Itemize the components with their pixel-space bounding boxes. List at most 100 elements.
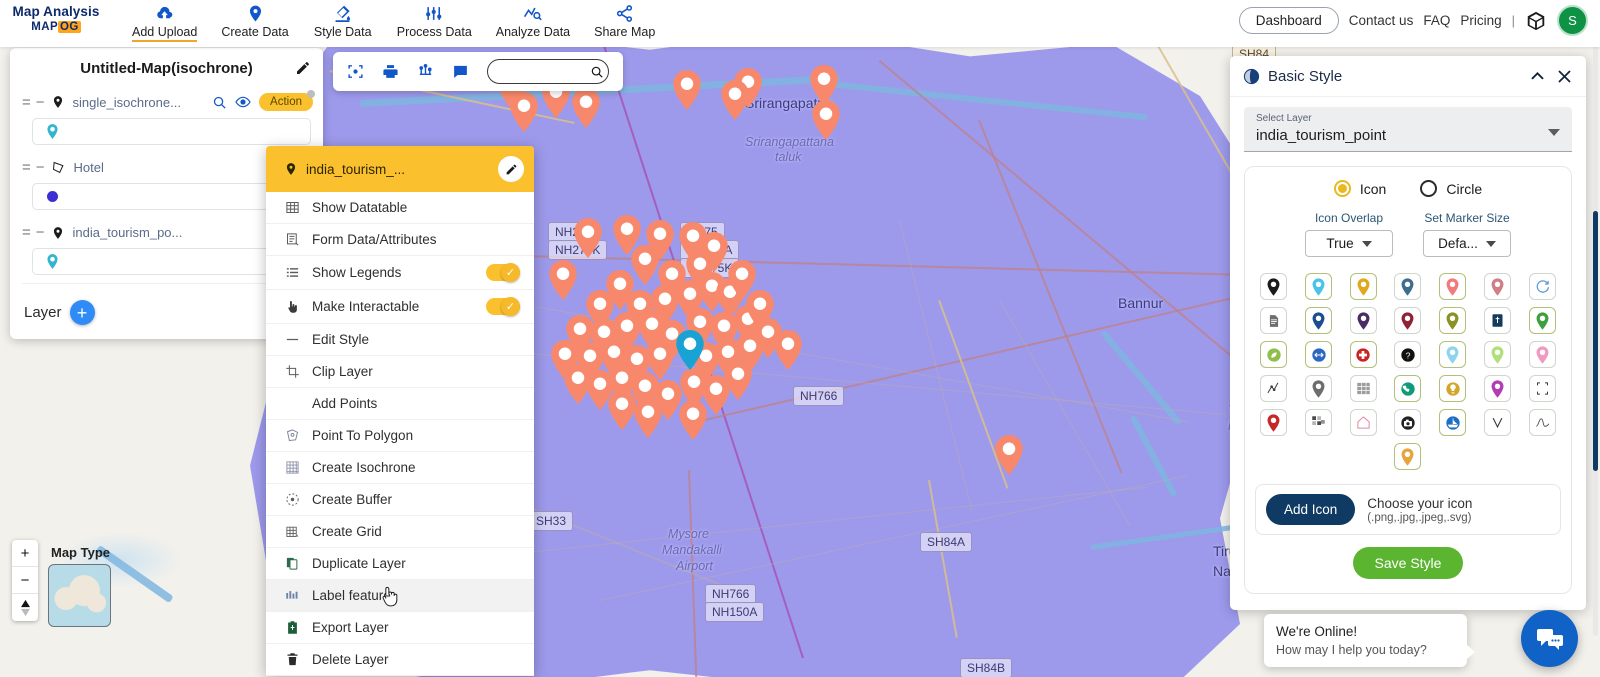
icon-option-v-mark-icon[interactable] (1483, 409, 1511, 436)
icon-option-pin-black[interactable] (1260, 273, 1288, 300)
map-marker[interactable] (811, 100, 841, 140)
icon-option-phone-circle-icon[interactable] (1394, 375, 1422, 402)
icon-option-boat-circle-icon[interactable] (1439, 409, 1467, 436)
cube-icon[interactable] (1525, 10, 1547, 32)
icon-option-pin-pink[interactable] (1528, 341, 1556, 368)
menu-item-show-datatable[interactable]: Show Datatable (266, 192, 534, 224)
nav-item-process-data[interactable]: Process Data (385, 0, 484, 39)
zoom-to-layer-icon[interactable] (212, 95, 227, 110)
icon-option-medical-cross-icon[interactable] (1349, 341, 1377, 368)
icon-option-document-icon[interactable] (1260, 307, 1288, 334)
chevron-down-icon[interactable] (1485, 240, 1496, 247)
nav-item-analyze-data[interactable]: Analyze Data (484, 0, 582, 39)
layer-name[interactable]: india_tourism_po... (71, 225, 268, 240)
icon-option-leaf-circle-icon[interactable] (1260, 341, 1288, 368)
map-marker[interactable] (573, 218, 603, 258)
map-marker[interactable] (720, 80, 750, 120)
menu-item-label-feature[interactable]: Label feature (266, 580, 534, 612)
nav-item-share-map[interactable]: Share Map (582, 0, 667, 39)
map-marker[interactable] (723, 360, 753, 400)
icon-option-pin-olive[interactable] (1439, 307, 1467, 334)
map-marker-selected[interactable] (675, 330, 705, 370)
map-type-thumbnail[interactable] (48, 564, 111, 627)
icon-option-map-grey-icon[interactable] (1349, 375, 1377, 402)
map-marker[interactable] (672, 70, 702, 110)
dashboard-button[interactable]: Dashboard (1238, 7, 1339, 34)
locate-icon[interactable] (347, 63, 364, 80)
collapse-icon[interactable]: − (36, 159, 45, 176)
icon-option-pin-rose[interactable] (1483, 273, 1511, 300)
menu-item-toggle[interactable]: ✓ (486, 263, 520, 282)
icon-option-pin-lightblue[interactable] (1439, 341, 1467, 368)
radio-icon[interactable]: Icon (1333, 180, 1386, 197)
select-layer-dropdown[interactable]: Select Layer india_tourism_point (1244, 107, 1572, 152)
map-marker[interactable] (994, 435, 1024, 475)
icon-option-question-black-icon[interactable]: ? (1394, 341, 1422, 368)
icon-option-pin-purple[interactable] (1349, 307, 1377, 334)
radio-circle-dot[interactable] (1420, 180, 1438, 197)
map-marker[interactable] (548, 260, 578, 300)
map-marker[interactable] (633, 398, 663, 438)
map-search-box[interactable] (487, 59, 609, 84)
layer-name[interactable]: single_isochrone... (71, 95, 207, 110)
search-icon[interactable] (590, 65, 604, 79)
icon-option-checker-icon[interactable] (1305, 409, 1333, 436)
icon-option-bulb-circle-icon[interactable] (1439, 375, 1467, 402)
map-marker[interactable] (809, 65, 839, 105)
map-marker[interactable] (571, 88, 601, 128)
icon-option-pin-orange[interactable] (1394, 443, 1422, 470)
nav-item-style-data[interactable]: Style Data (301, 0, 385, 39)
icon-option-pin-maroon[interactable] (1394, 307, 1422, 334)
comment-icon[interactable] (452, 63, 469, 80)
menu-item-make-interactable[interactable]: Make Interactable ✓ (266, 290, 534, 324)
menu-item-create-isochrone[interactable]: Create Isochrone (266, 452, 534, 484)
icon-option-pin-red[interactable] (1260, 409, 1288, 436)
menu-item-duplicate-layer[interactable]: Duplicate Layer (266, 548, 534, 580)
collapse-icon[interactable]: − (36, 94, 45, 111)
map-search-input[interactable] (496, 64, 590, 79)
icon-option-signature-icon[interactable] (1528, 409, 1556, 436)
add-layer-button[interactable]: + (69, 300, 95, 325)
visibility-eye-icon[interactable] (235, 94, 251, 110)
icon-option-pin-navy[interactable] (1305, 307, 1333, 334)
app-logo[interactable]: Map Analysis MAP OG (0, 0, 112, 33)
radio-circle[interactable]: Circle (1420, 180, 1482, 197)
icon-option-pin-magenta[interactable] (1483, 375, 1511, 402)
icon-option-pin-steelblue[interactable] (1394, 273, 1422, 300)
menu-item-show-legends[interactable]: Show Legends ✓ (266, 256, 534, 290)
map-marker[interactable] (678, 400, 708, 440)
icon-option-pin-green[interactable] (1528, 307, 1556, 334)
nav-item-create-data[interactable]: Create Data (209, 0, 300, 39)
zoom-out-button[interactable]: − (12, 567, 38, 594)
icon-option-pin-lightgreen[interactable] (1483, 341, 1511, 368)
measure-icon[interactable] (417, 63, 434, 80)
chevron-down-icon[interactable] (1361, 240, 1372, 247)
nav-link-pricing[interactable]: Pricing (1460, 13, 1501, 28)
nav-link-contact-us[interactable]: Contact us (1349, 13, 1414, 28)
icon-option-pin-skyblue[interactable] (1305, 273, 1333, 300)
close-icon[interactable] (1555, 67, 1574, 86)
action-button[interactable]: Action (259, 90, 315, 111)
zoom-in-button[interactable]: + (12, 540, 38, 567)
print-icon[interactable] (382, 63, 399, 80)
icon-option-home-pink-icon[interactable] (1349, 409, 1377, 436)
chat-icon[interactable] (1521, 610, 1578, 667)
scrollbar-thumb[interactable] (1593, 211, 1598, 471)
icon-option-bracket-icon[interactable] (1528, 375, 1556, 402)
menu-item-add-points[interactable]: Add Points (266, 388, 534, 420)
marker-size-select[interactable]: Defa... (1423, 230, 1511, 257)
drag-handle-icon[interactable]: = (22, 159, 31, 176)
menu-item-create-buffer[interactable]: Create Buffer (266, 484, 534, 516)
icon-option-book-icon[interactable] (1483, 307, 1511, 334)
menu-item-form-data-attributes[interactable]: Form Data/Attributes (266, 224, 534, 256)
avatar[interactable]: S (1557, 5, 1588, 36)
chevron-up-icon[interactable] (1528, 67, 1547, 86)
icon-option-refresh-icon[interactable] (1528, 273, 1556, 300)
icon-option-pin-salmon[interactable] (1439, 273, 1467, 300)
menu-item-create-grid[interactable]: Create Grid (266, 516, 534, 548)
layer-row[interactable]: = − single_isochrone... Action (10, 87, 323, 113)
pencil-icon[interactable] (295, 60, 311, 80)
menu-item-point-to-polygon[interactable]: Point To Polygon (266, 420, 534, 452)
right-panel-scrollbar[interactable] (1593, 36, 1598, 636)
menu-item-delete-layer[interactable]: Delete Layer (266, 644, 534, 676)
